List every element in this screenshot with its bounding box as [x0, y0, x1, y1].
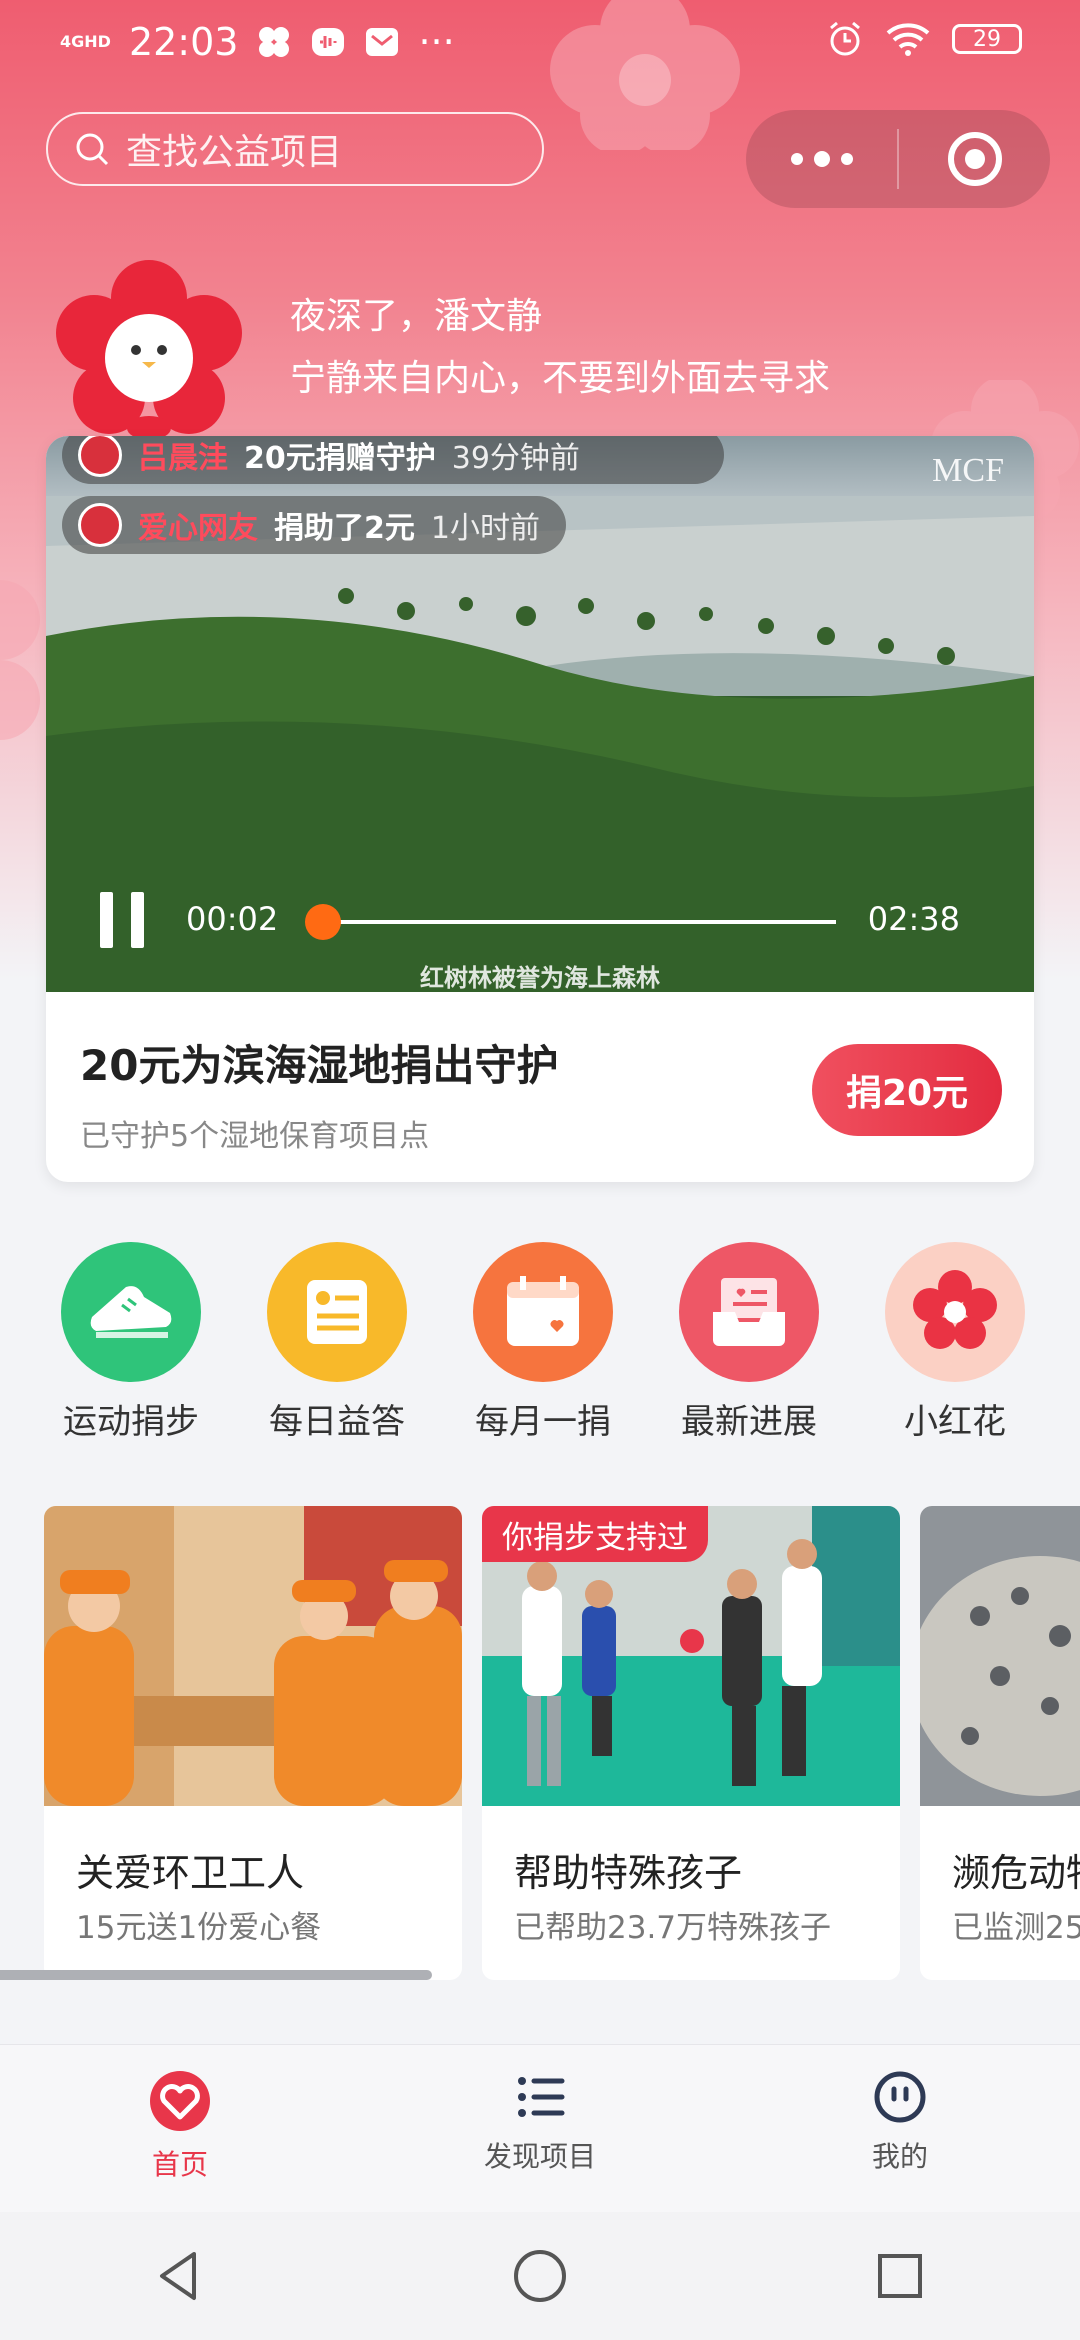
featured-project-card[interactable]: 吕晨洼 20元捐赠守护 39分钟前 爱心网友 捐助了2元 1小时前 MCF 00…	[46, 436, 1034, 1182]
back-icon[interactable]	[150, 2246, 210, 2306]
donation-ticker: 吕晨洼 20元捐赠守护 39分钟前	[62, 436, 724, 484]
entry-daily-quiz[interactable]: 每日益答	[242, 1242, 432, 1443]
project-subtitle: 已帮助23.7万特殊孩子	[514, 1910, 832, 1946]
more-menu-button[interactable]	[746, 151, 897, 167]
carousel-scrollbar[interactable]	[0, 1970, 432, 1980]
tab-label: 首页	[151, 2148, 208, 2181]
heart-home-icon	[150, 2071, 210, 2131]
profile-face-icon	[874, 2071, 926, 2123]
recents-icon[interactable]	[870, 2246, 930, 2306]
more-dots-icon	[790, 151, 853, 167]
greeting-name: 夜深了，潘文静	[290, 296, 543, 337]
alarm-icon	[830, 21, 860, 56]
donor-action: 20元捐赠守护	[244, 441, 436, 476]
close-miniprogram-button[interactable]	[899, 129, 1050, 189]
project-title: 关爱环卫工人	[76, 1851, 305, 1895]
entry-latest-progress[interactable]: 最新进展	[654, 1242, 844, 1443]
progress-track[interactable]	[316, 920, 836, 924]
system-navigation-bar	[0, 2212, 1080, 2340]
battery-indicator: 29	[952, 24, 1022, 54]
video-controls: 00:02 02:38 红树林被誉为海上森林	[46, 866, 1034, 992]
flower-decoration-icon	[0, 580, 40, 740]
more-notifications-icon: ···	[418, 20, 455, 64]
entry-little-red-flower[interactable]: 小红花	[860, 1242, 1050, 1443]
project-card[interactable]: 你捐步支持过 帮助特殊孩子 已帮助23.7万特殊孩子	[482, 1506, 900, 1980]
project-title: 帮助特殊孩子	[514, 1851, 743, 1895]
donation-ticker: 爱心网友 捐助了2元 1小时前	[62, 496, 566, 554]
project-subtitle: 15元送1份爱心餐	[76, 1910, 322, 1946]
project-title: 濒危动物	[952, 1851, 1080, 1895]
project-subtitle: 已监测25	[952, 1910, 1080, 1946]
video-caption: 红树林被誉为海上森林	[420, 964, 660, 992]
quiz-card-icon	[267, 1242, 407, 1382]
calendar-icon	[473, 1242, 613, 1382]
target-close-icon	[947, 132, 1002, 186]
quick-entries: 运动捐步 每日益答 每月一捐 最新进展 小红花	[36, 1242, 1050, 1443]
project-subtitle: 已守护5个湿地保育项目点	[80, 1119, 430, 1154]
project-title: 20元为滨海湿地捐出守护	[80, 1041, 559, 1090]
greeting-quote: 宁静来自内心，不要到外面去寻求	[290, 358, 831, 399]
bottom-tab-bar: 首页 发现项目 我的	[0, 2044, 1080, 2213]
entry-label: 小红花	[904, 1402, 1006, 1442]
miniprogram-capsule	[746, 110, 1050, 208]
search-placeholder: 查找公益项目	[126, 132, 343, 173]
progress-knob[interactable]	[304, 904, 341, 940]
inbox-icon	[679, 1242, 819, 1382]
status-bar: 4GHD 22:03 ··· 29	[0, 0, 1080, 90]
list-icon	[518, 2077, 565, 2117]
donor-name: 吕晨洼	[138, 441, 228, 476]
entry-label: 运动捐步	[63, 1402, 199, 1442]
partner-logo: MCF	[932, 452, 1004, 489]
search-icon	[76, 133, 109, 166]
search-input[interactable]: 查找公益项目	[46, 112, 544, 186]
project-info: 20元为滨海湿地捐出守护 已守护5个湿地保育项目点	[80, 1032, 558, 1155]
donor-name: 爱心网友	[138, 511, 258, 546]
tab-label: 发现项目	[483, 2140, 596, 2173]
project-image	[920, 1506, 1080, 1806]
donor-time: 1小时前	[430, 511, 540, 546]
wifi-icon	[886, 23, 930, 56]
duration: 02:38	[867, 900, 960, 938]
voice-app-icon	[312, 28, 345, 56]
donor-avatar	[78, 503, 122, 547]
greeting: 夜深了，潘文静 宁静来自内心，不要到外面去寻求	[290, 286, 830, 410]
project-carousel[interactable]: 关爱环卫工人 15元送1份爱心餐 你捐步支持过 帮助特殊孩子 已帮助23.7万特…	[44, 1506, 1080, 1980]
tab-discover[interactable]: 发现项目	[360, 2045, 720, 2213]
entry-step-donation[interactable]: 运动捐步	[36, 1242, 226, 1443]
supported-tag: 你捐步支持过	[482, 1506, 708, 1562]
network-indicator: 4GHD	[60, 32, 111, 51]
tab-label: 我的	[871, 2140, 928, 2173]
little-red-flower-mascot	[56, 260, 242, 440]
tab-mine[interactable]: 我的	[720, 2045, 1080, 2213]
entry-label: 最新进展	[681, 1402, 817, 1442]
project-card[interactable]: 濒危动物 已监测25	[920, 1506, 1080, 1980]
flower-icon	[885, 1242, 1025, 1382]
entry-label: 每月一捐	[475, 1402, 611, 1442]
sneaker-icon	[61, 1242, 201, 1382]
donor-action: 捐助了2元	[274, 511, 415, 546]
current-time: 00:02	[186, 900, 279, 938]
project-image	[44, 1506, 462, 1806]
app-notification-icon	[259, 27, 290, 57]
video-player[interactable]: 吕晨洼 20元捐赠守护 39分钟前 爱心网友 捐助了2元 1小时前 MCF 00…	[46, 436, 1034, 992]
entry-label: 每日益答	[269, 1402, 405, 1442]
donate-button[interactable]: 捐20元	[812, 1044, 1002, 1136]
home-icon[interactable]	[510, 2246, 570, 2306]
status-time: 22:03	[128, 20, 239, 64]
project-card[interactable]: 关爱环卫工人 15元送1份爱心餐	[44, 1506, 462, 1980]
donor-avatar	[78, 436, 122, 477]
mail-icon	[366, 28, 399, 56]
pause-icon[interactable]	[100, 892, 144, 948]
entry-monthly-donation[interactable]: 每月一捐	[448, 1242, 638, 1443]
tab-home[interactable]: 首页	[0, 2045, 360, 2213]
project-image: 你捐步支持过	[482, 1506, 900, 1806]
donor-time: 39分钟前	[451, 441, 580, 476]
